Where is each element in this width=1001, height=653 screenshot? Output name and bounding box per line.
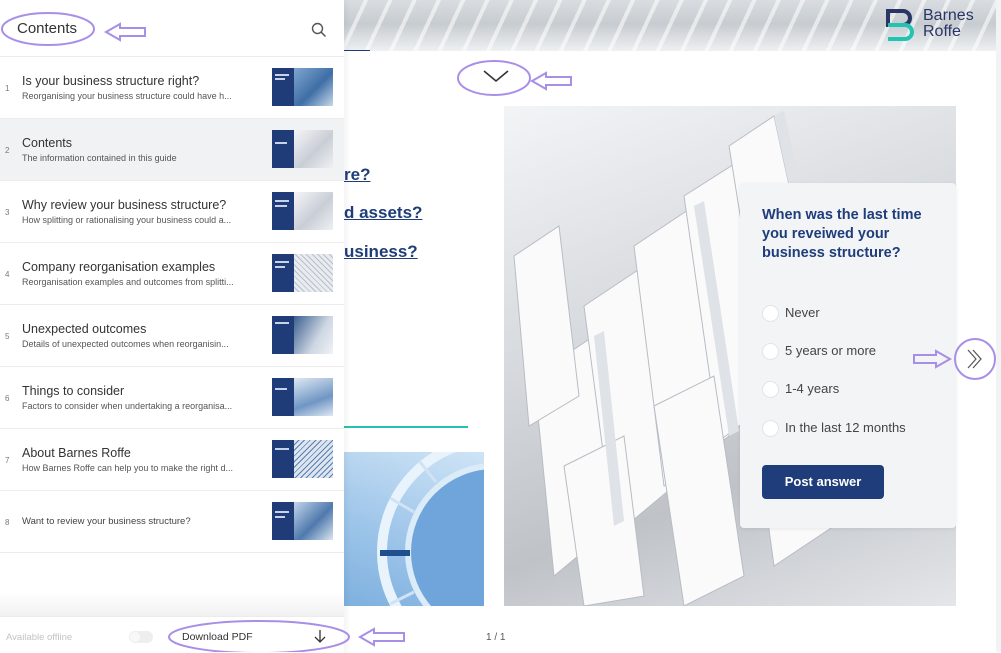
brand-line-1: Barnes <box>923 7 974 24</box>
poll-question: When was the last time you reveiwed your… <box>762 207 922 261</box>
available-offline-label: Available offline <box>6 632 73 643</box>
page-thumbnail <box>272 502 333 540</box>
sidebar-title: Contents <box>17 20 78 37</box>
radio-button[interactable] <box>762 420 779 437</box>
photo-dome <box>344 452 484 606</box>
page-thumbnail <box>272 316 333 354</box>
radio-button[interactable] <box>762 343 779 360</box>
toc-item-title: Contents <box>22 136 73 150</box>
toc-item-title: Company reorganisation examples <box>22 260 216 274</box>
page-thumbnail <box>272 254 333 292</box>
double-chevron-right-icon[interactable] <box>962 347 986 371</box>
scrollbar[interactable] <box>996 0 1001 652</box>
page-indicator: 1 / 1 <box>486 632 506 643</box>
page-thumbnail <box>272 68 333 106</box>
toc-item-desc: How splitting or rationalising your busi… <box>22 215 232 225</box>
contents-sidebar: Contents 1 Is your business structure ri… <box>0 0 344 653</box>
barnes-roffe-logo: Barnes Roffe <box>885 8 985 44</box>
search-icon[interactable] <box>311 22 327 38</box>
toc-item-3[interactable]: 3 Why review your business structure? Ho… <box>0 181 344 243</box>
divider <box>344 426 468 428</box>
toc-item-title: Unexpected outcomes <box>22 322 147 336</box>
toc-item-4[interactable]: 4 Company reorganisation examples Reorga… <box>0 243 344 305</box>
toc-item-desc: Reorganisation examples and outcomes fro… <box>22 277 234 287</box>
toc-item-7[interactable]: 7 About Barnes Roffe How Barnes Roffe ca… <box>0 429 344 491</box>
brand-line-2: Roffe <box>923 23 961 40</box>
sidebar-footer: Available offline Download PDF <box>0 616 344 653</box>
toc-item-desc: How Barnes Roffe can help you to make th… <box>22 463 233 473</box>
post-answer-button[interactable]: Post answer <box>762 465 884 499</box>
download-pdf-button[interactable]: Download PDF <box>182 631 253 643</box>
download-icon[interactable] <box>313 629 327 645</box>
toc-item-5[interactable]: 5 Unexpected outcomes Details of unexpec… <box>0 305 344 367</box>
radio-button[interactable] <box>762 381 779 398</box>
poll-card: When was the last time you reveiwed your… <box>740 183 956 528</box>
doc-link-2[interactable]: d assets? <box>344 203 422 223</box>
toc-item-title: About Barnes Roffe <box>22 446 131 460</box>
toc-item-desc: Details of unexpected outcomes when reor… <box>22 339 229 349</box>
radio-button[interactable] <box>762 305 779 322</box>
logo-mark-icon <box>886 9 914 41</box>
chevron-down-icon[interactable] <box>481 66 511 86</box>
toc-item-1[interactable]: 1 Is your business structure right? Reor… <box>0 57 344 119</box>
offline-toggle[interactable] <box>129 631 153 643</box>
sidebar-header: Contents <box>0 0 344 57</box>
toc-item-title: Want to review your business structure? <box>22 516 191 527</box>
toc-item-desc: Reorganising your business structure cou… <box>22 91 232 101</box>
toc-item-desc: The information contained in this guide <box>22 153 177 163</box>
toc-item-8[interactable]: 8 Want to review your business structure… <box>0 491 344 553</box>
toc-item-2[interactable]: 2 Contents The information contained in … <box>0 119 344 181</box>
doc-link-1[interactable]: re? <box>344 165 370 185</box>
doc-link-3[interactable]: usiness? <box>344 242 418 262</box>
toc-item-title: Why review your business structure? <box>22 198 227 212</box>
page-thumbnail <box>272 192 333 230</box>
toc-item-title: Is your business structure right? <box>22 74 200 88</box>
toc-item-6[interactable]: 6 Things to consider Factors to consider… <box>0 367 344 429</box>
page-thumbnail <box>272 440 333 478</box>
page-thumbnail <box>272 130 333 168</box>
toc-item-title: Things to consider <box>22 384 125 398</box>
page-thumbnail <box>272 378 333 416</box>
toc-item-desc: Factors to consider when undertaking a r… <box>22 401 233 411</box>
